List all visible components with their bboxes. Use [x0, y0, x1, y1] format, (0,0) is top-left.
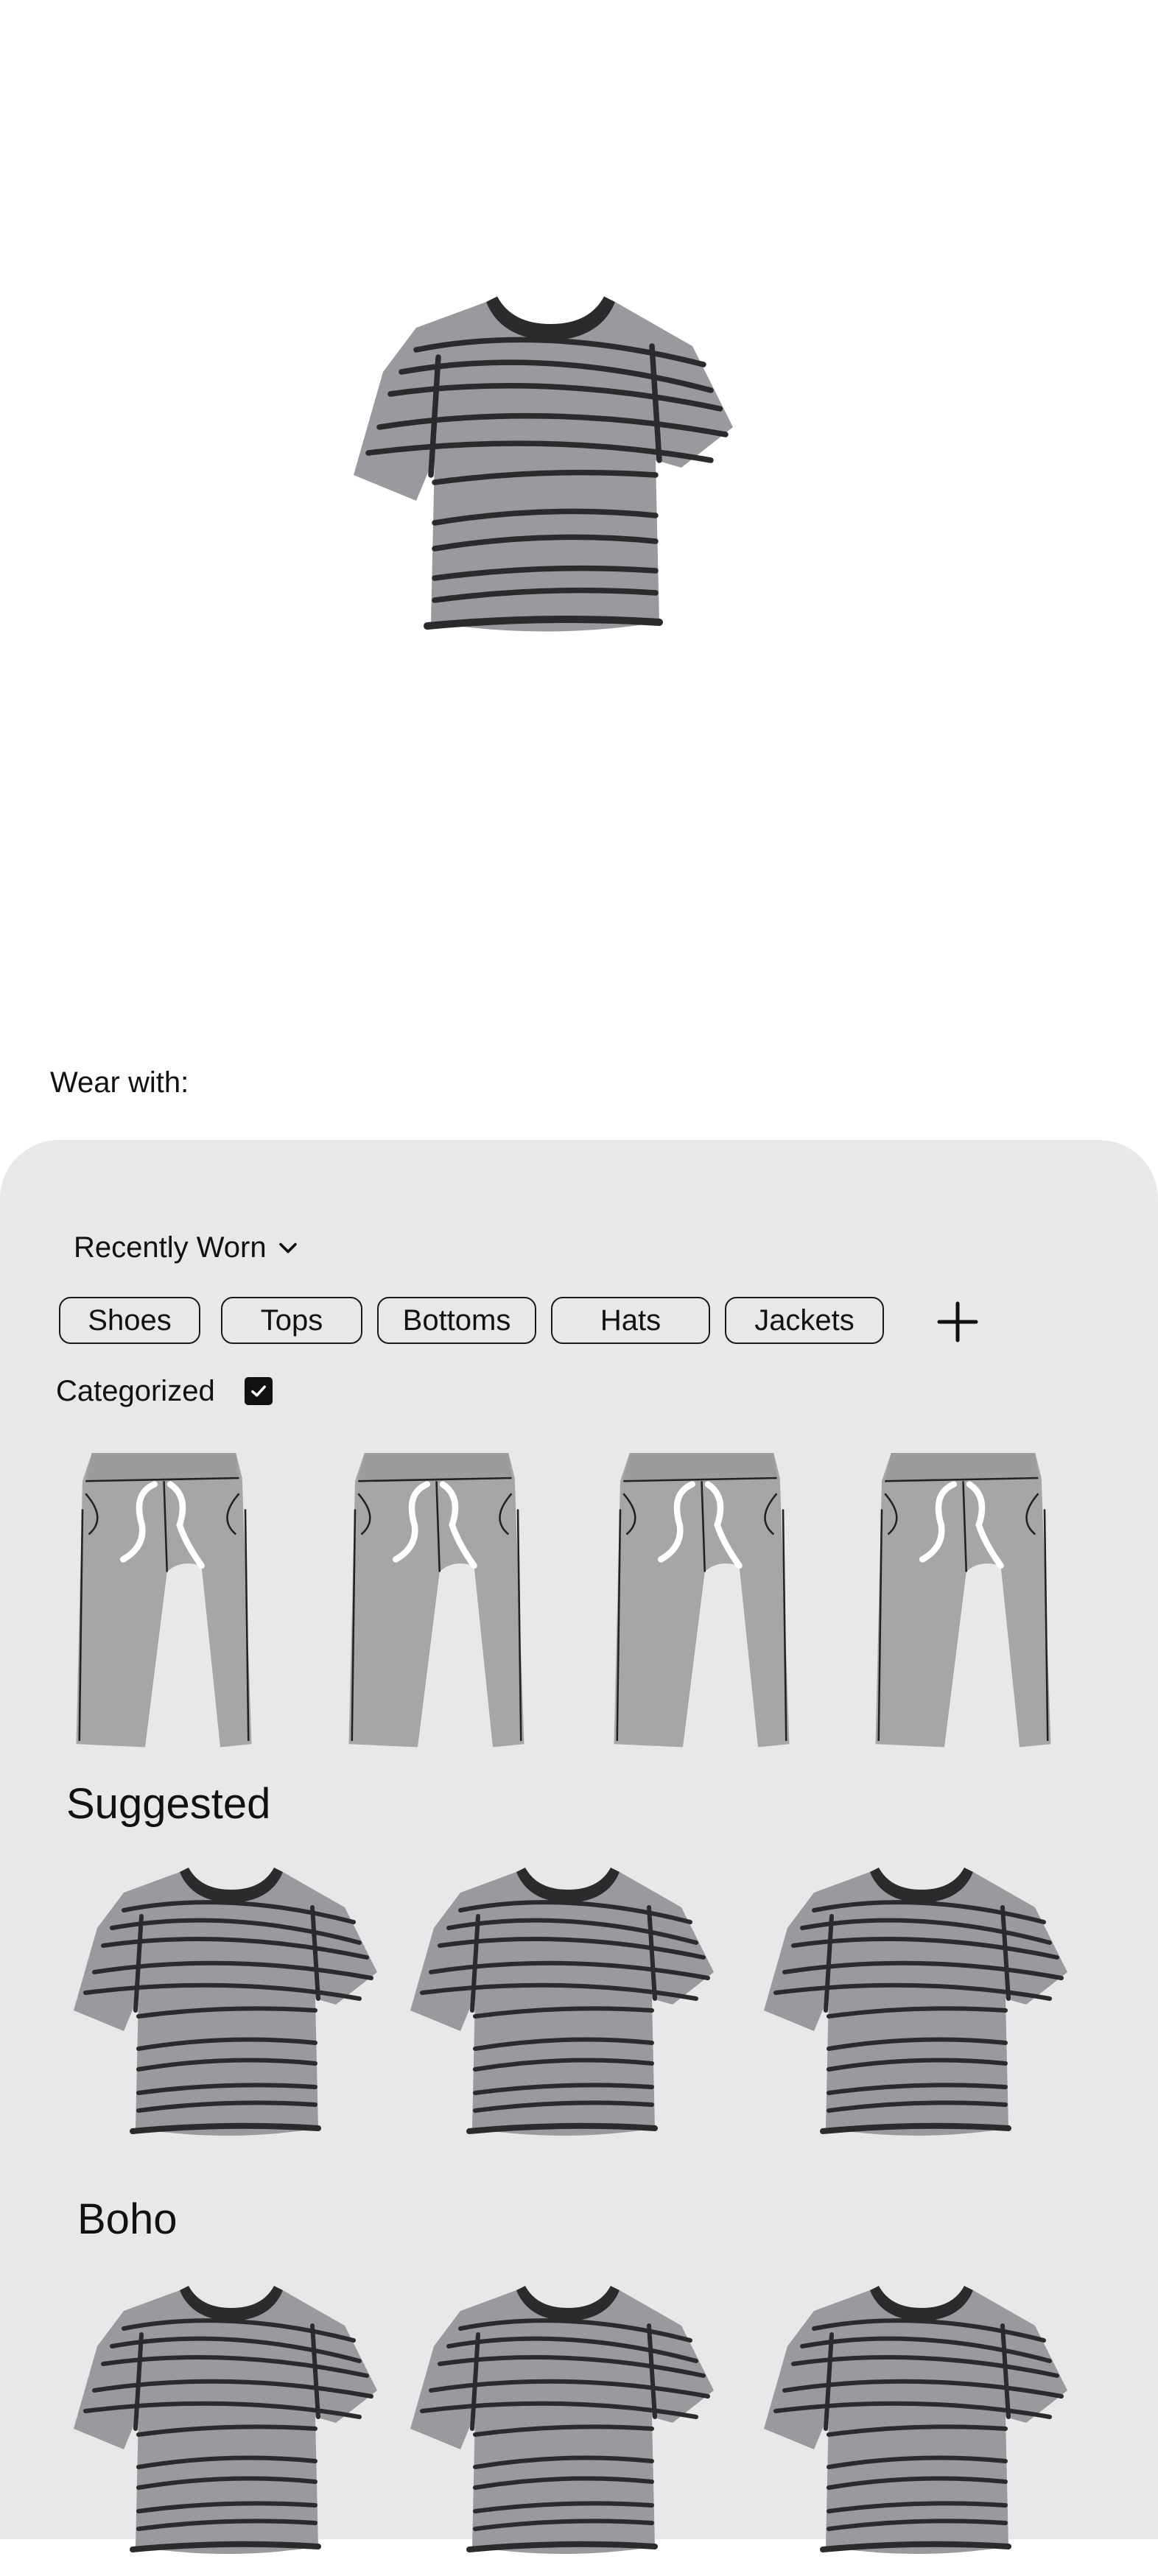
suggested-item-tshirt[interactable]	[401, 1863, 726, 2158]
wear-with-label: Wear with:	[50, 1066, 189, 1099]
sort-dropdown-label: Recently Worn	[74, 1231, 267, 1264]
section-title-boho: Boho	[77, 2195, 178, 2243]
sort-dropdown[interactable]: Recently Worn	[74, 1228, 301, 1267]
recent-item-pants[interactable]	[608, 1445, 796, 1762]
boho-item-tshirt[interactable]	[401, 2281, 726, 2576]
recent-item-pants[interactable]	[869, 1445, 1057, 1762]
checkmark-icon	[251, 1385, 266, 1397]
categorized-checkbox[interactable]	[245, 1377, 273, 1405]
recent-item-pants[interactable]	[70, 1445, 258, 1762]
suggested-item-tshirt[interactable]	[65, 1863, 389, 2158]
plus-icon	[937, 1301, 978, 1342]
chip-shoes[interactable]: Shoes	[59, 1297, 200, 1344]
chip-hats[interactable]: Hats	[551, 1297, 710, 1344]
categorized-label: Categorized	[56, 1375, 215, 1407]
section-title-suggested: Suggested	[66, 1780, 271, 1828]
chip-bottoms[interactable]: Bottoms	[377, 1297, 536, 1344]
recent-item-pants[interactable]	[343, 1445, 530, 1762]
chevron-down-icon	[276, 1235, 301, 1260]
chip-tops[interactable]: Tops	[221, 1297, 362, 1344]
chip-jackets[interactable]: Jackets	[725, 1297, 884, 1344]
boho-item-tshirt[interactable]	[65, 2281, 389, 2576]
add-category-button[interactable]	[932, 1296, 983, 1348]
hero-item-image	[343, 291, 748, 659]
striped-tshirt-icon	[343, 291, 748, 659]
suggested-item-tshirt[interactable]	[755, 1863, 1079, 2158]
boho-item-tshirt[interactable]	[755, 2281, 1079, 2576]
